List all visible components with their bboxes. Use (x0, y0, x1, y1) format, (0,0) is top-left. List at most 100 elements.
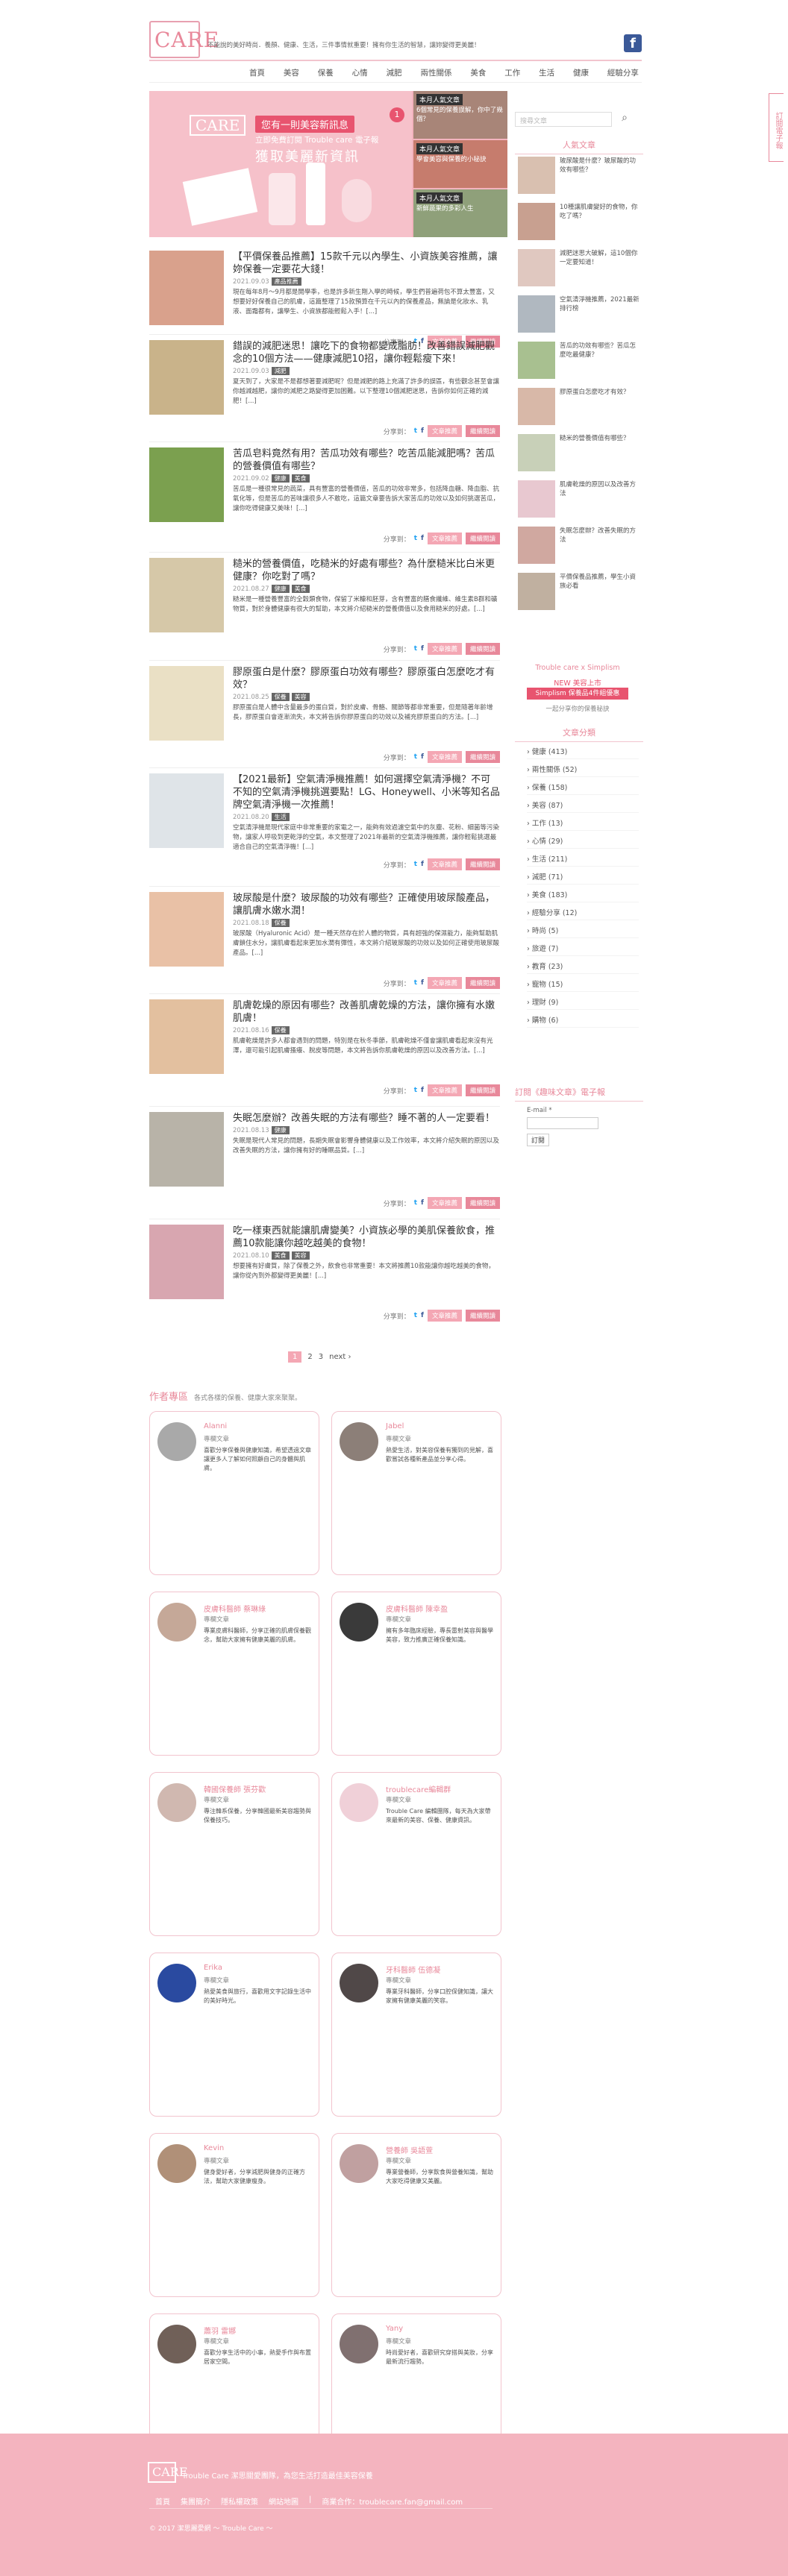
author-name[interactable]: 牙科醫師 伍德凝 (386, 1964, 440, 1975)
article-tag[interactable]: 美容 (291, 1251, 310, 1260)
read-more-button[interactable]: 繼續閱讀 (465, 425, 500, 437)
facebook-icon[interactable]: f (421, 979, 424, 987)
category-item[interactable]: › 工作 (13) (527, 817, 639, 831)
category-item[interactable]: › 美容 (87) (527, 799, 639, 813)
article-title[interactable]: 膠原蛋白是什麼？膠原蛋白功效有哪些？膠原蛋白怎麼吃才有效？ (233, 666, 500, 691)
article-title[interactable]: 玻尿酸是什麼？玻尿酸的功效有哪些？正確使用玻尿酸產品，讓肌膚水嫩水潤！ (233, 892, 500, 917)
article-tag[interactable]: 生活 (271, 813, 290, 821)
article-tag[interactable]: 健康 (271, 585, 290, 593)
popular-item[interactable]: 10種讓肌膚變好的食物，你吃了嗎？ (518, 203, 642, 245)
twitter-icon[interactable]: t (414, 753, 417, 761)
author-card[interactable]: Kevin 專欄文章 健身愛好者，分享減肥與健身的正確方法，幫助大家健康瘦身。 (149, 2133, 319, 2297)
popular-item[interactable]: 膠原蛋白怎麼吃才有效？ (518, 388, 642, 430)
author-card[interactable]: troublecare編輯群 專欄文章 Trouble Care 編輯團隊，每天為大… (331, 1772, 501, 1936)
article-thumbnail[interactable] (149, 558, 224, 632)
footer-link-home[interactable]: 首頁 (155, 2495, 170, 2507)
article-tag[interactable]: 美食 (271, 1251, 290, 1260)
popular-item[interactable]: 苦瓜的功效有哪些？苦瓜怎麼吃最健康？ (518, 342, 642, 383)
popular-item[interactable]: 空氣清淨機推薦，2021最新排行榜 (518, 295, 642, 337)
next-page-link[interactable]: next › (329, 1353, 351, 1361)
nav-item-experience[interactable]: 經驗分享 (604, 66, 642, 81)
article-thumbnail[interactable] (149, 892, 224, 967)
related-button[interactable]: 文章推薦 (427, 533, 462, 544)
article-tag[interactable]: 健康 (271, 1126, 290, 1134)
article-thumbnail[interactable] (149, 251, 224, 325)
subscribe-button[interactable]: 訂閱 (527, 1134, 550, 1146)
read-more-button[interactable]: 繼續閱讀 (465, 533, 500, 544)
twitter-icon[interactable]: t (414, 645, 417, 653)
author-card[interactable]: 牙科醫師 伍德凝 專欄文章 專業牙科醫師，分享口腔保健知識，讓大家擁有健康美麗的笑容… (331, 1953, 501, 2117)
footer-link-privacy[interactable]: 隱私權政策 (221, 2495, 258, 2507)
search-icon[interactable]: ⌕ (616, 112, 633, 127)
article-thumbnail[interactable] (149, 773, 224, 848)
nav-item-beauty[interactable]: 美容 (281, 66, 302, 81)
twitter-icon[interactable]: t (414, 979, 417, 987)
banner-side-item[interactable]: 本月人氣文章 學會美容與保養的小秘訣 (413, 140, 507, 188)
article-tag[interactable]: 保養 (271, 919, 290, 927)
author-name[interactable]: 營養師 吳語萱 (386, 2144, 433, 2155)
popular-item[interactable]: 失眠怎麼辦？改善失眠的方法 (518, 527, 642, 568)
article-tag[interactable]: 保養 (271, 1026, 290, 1034)
article-thumbnail[interactable] (149, 999, 224, 1074)
category-item[interactable]: › 經驗分享 (12) (527, 907, 639, 920)
article-title[interactable]: 吃一樣東西就能讓肌膚變美？小資族必學的美肌保養飲食，推薦10款能讓你越吃越美的食… (233, 1225, 500, 1250)
nav-item-life[interactable]: 生活 (536, 66, 557, 81)
page-3-link[interactable]: 3 (319, 1353, 323, 1361)
facebook-icon[interactable]: f (421, 1312, 424, 1319)
author-name[interactable]: 皮膚科醫師 蔡琳綠 (204, 1603, 266, 1614)
read-more-button[interactable]: 繼續閱讀 (465, 977, 500, 989)
author-name[interactable]: Kevin (204, 2144, 224, 2152)
author-name[interactable]: 皮膚科醫師 陳幸盈 (386, 1603, 448, 1614)
facebook-icon[interactable]: f (421, 861, 424, 868)
article-thumbnail[interactable] (149, 1112, 224, 1187)
page-2-link[interactable]: 2 (307, 1353, 312, 1361)
facebook-icon[interactable]: f (421, 535, 424, 542)
article-tag[interactable]: 保養 (271, 693, 290, 701)
author-name[interactable]: Yany (386, 2325, 403, 2333)
related-button[interactable]: 文章推薦 (427, 1310, 462, 1322)
category-item[interactable]: › 健康 (413) (527, 746, 639, 759)
facebook-icon[interactable]: f (421, 1087, 424, 1094)
related-button[interactable]: 文章推薦 (427, 751, 462, 763)
article-tag[interactable]: 健康 (271, 474, 290, 483)
author-card[interactable]: 營養師 吳語萱 專欄文章 專業營養師，分享飲食與營養知識，幫助大家吃得健康又美麗。 (331, 2133, 501, 2297)
twitter-icon[interactable]: t (414, 1199, 417, 1207)
author-name[interactable]: troublecare編輯群 (386, 1783, 451, 1794)
facebook-icon[interactable]: f (421, 1199, 424, 1207)
twitter-icon[interactable]: t (414, 1087, 417, 1094)
search-input[interactable]: 搜尋文章 (515, 112, 612, 127)
article-title[interactable]: 錯誤的減肥迷思！讓吃下的食物都變成脂肪！改善錯誤減肥觀念的10個方法——健康減肥… (233, 340, 500, 365)
category-item[interactable]: › 教育 (23) (527, 961, 639, 974)
nav-item-food[interactable]: 美食 (467, 66, 489, 81)
category-item[interactable]: › 時尚 (5) (527, 925, 639, 938)
article-tag[interactable]: 美食 (291, 474, 310, 483)
promo-button[interactable]: Simplism 保養品4件組優惠 (527, 688, 628, 700)
nav-item-diet[interactable]: 減肥 (384, 66, 405, 81)
read-more-button[interactable]: 繼續閱讀 (465, 1084, 500, 1096)
author-card[interactable]: 皮膚科醫師 陳幸盈 專欄文章 擁有多年臨床經驗，專長雷射美容與醫學美容，致力推廣正確… (331, 1592, 501, 1756)
popular-item[interactable]: 糙米的營養價值有哪些？ (518, 434, 642, 476)
author-name[interactable]: 蕭羽 雷娜 (204, 2325, 236, 2336)
related-button[interactable]: 文章推薦 (427, 425, 462, 437)
facebook-icon[interactable]: f (421, 753, 424, 761)
twitter-icon[interactable]: t (414, 535, 417, 542)
category-item[interactable]: › 兩性關係 (52) (527, 764, 639, 777)
author-name[interactable]: Jabel (386, 1422, 404, 1430)
article-thumbnail[interactable] (149, 340, 224, 415)
popular-item[interactable]: 肌膚乾燥的原因以及改善方法 (518, 480, 642, 522)
article-tag[interactable]: 產品推薦 (271, 277, 301, 286)
read-more-button[interactable]: 繼續閱讀 (465, 751, 500, 763)
footer-logo[interactable]: CARE (148, 2462, 188, 2483)
nav-item-skincare[interactable]: 保養 (315, 66, 337, 81)
article-thumbnail[interactable] (149, 447, 224, 522)
related-button[interactable]: 文章推薦 (427, 643, 462, 655)
category-item[interactable]: › 購物 (6) (527, 1014, 639, 1028)
article-tag[interactable]: 美食 (291, 585, 310, 593)
footer-link-sitemap[interactable]: 網站地圖 (269, 2495, 298, 2507)
related-button[interactable]: 文章推薦 (427, 1197, 462, 1209)
facebook-icon[interactable]: f (421, 427, 424, 435)
category-item[interactable]: › 理財 (9) (527, 996, 639, 1010)
read-more-button[interactable]: 繼續閱讀 (465, 1197, 500, 1209)
facebook-icon[interactable]: f (624, 34, 642, 52)
category-item[interactable]: › 旅遊 (7) (527, 943, 639, 956)
